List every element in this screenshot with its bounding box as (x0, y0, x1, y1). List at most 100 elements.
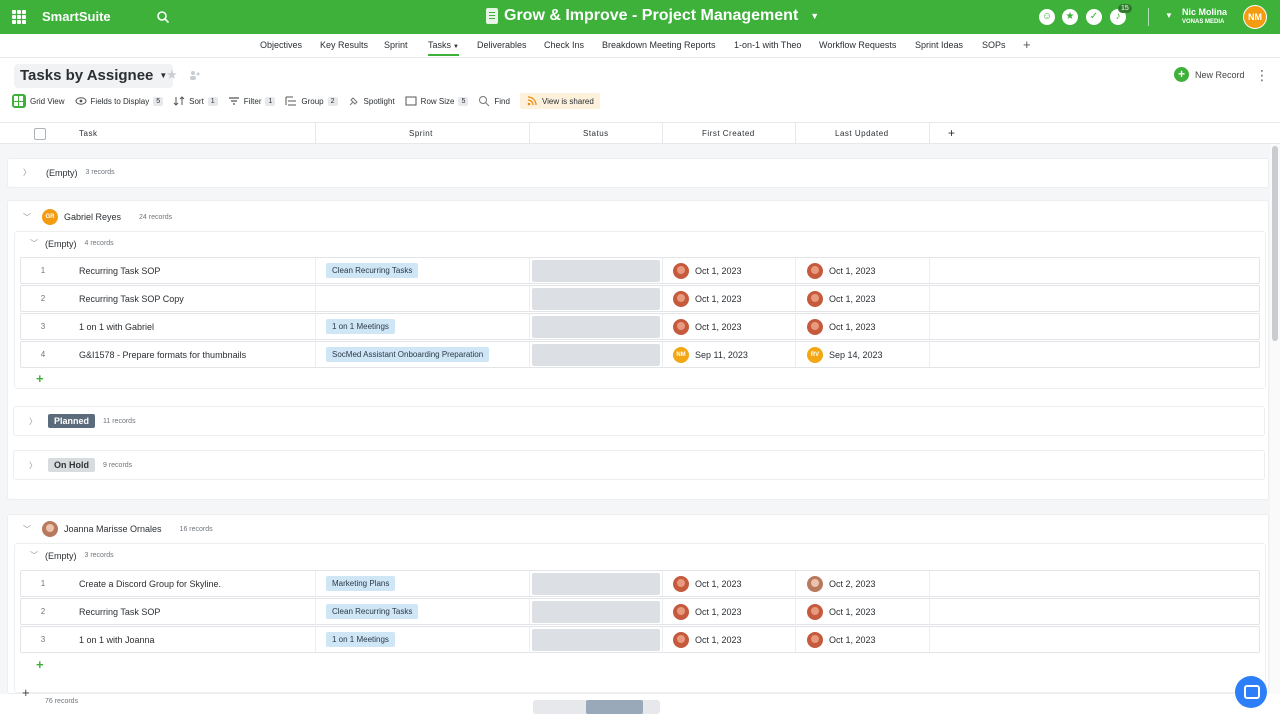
task-cell[interactable]: Recurring Task SOP (65, 258, 316, 283)
sprint-cell[interactable]: Clean Recurring Tasks (316, 258, 530, 283)
chevron-down-icon[interactable]: ﹀ (29, 550, 39, 561)
sort-button[interactable]: Sort 1 (173, 95, 218, 107)
tab-check-ins[interactable]: Check Ins (544, 40, 584, 50)
chevron-down-icon[interactable]: ﹀ (22, 524, 32, 535)
smiley-icon[interactable]: ☺ (1039, 9, 1055, 25)
status-cell[interactable] (530, 342, 663, 367)
search-icon[interactable] (156, 10, 170, 24)
column-divider[interactable] (929, 123, 930, 145)
sprint-cell[interactable]: 1 on 1 Meetings (316, 627, 530, 652)
group-empty-assignee[interactable]: 〉 (Empty) 3 records (7, 158, 1269, 188)
group-header[interactable]: ﹀ Joanna Marisse Ornales 16 records (22, 521, 213, 537)
chevron-right-icon[interactable]: 〉 (28, 416, 38, 427)
view-selector[interactable]: Tasks by Assignee ▼ (14, 64, 174, 88)
filter-button[interactable]: Filter 1 (228, 95, 276, 107)
task-cell[interactable]: 1 on 1 with Joanna (65, 627, 316, 652)
add-column-button[interactable]: + (948, 126, 956, 140)
subgroup-header[interactable]: ﹀ (Empty) 4 records (29, 238, 114, 249)
status-cell[interactable] (530, 599, 663, 624)
share-view-icon[interactable] (189, 70, 201, 80)
subgroup-header[interactable]: 〉 On Hold 9 records (28, 458, 132, 472)
sprint-cell[interactable]: Clean Recurring Tasks (316, 599, 530, 624)
table-row[interactable]: 2 Recurring Task SOP Clean Recurring Tas… (20, 598, 1260, 625)
add-row-button[interactable]: + (36, 371, 44, 386)
status-cell[interactable] (530, 258, 663, 283)
table-row[interactable]: 4 G&I1578 - Prepare formats for thumbnai… (20, 341, 1260, 368)
tab-key-results[interactable]: Key Results (320, 40, 368, 50)
new-record-button[interactable]: + New Record (1174, 67, 1245, 82)
tab-sprint-ideas[interactable]: Sprint Ideas (915, 40, 963, 50)
solution-title[interactable]: Grow & Improve - Project Management ▼ (486, 7, 819, 25)
chevron-down-icon[interactable]: ﹀ (22, 212, 32, 223)
select-all-checkbox[interactable] (34, 128, 46, 140)
add-record-button[interactable]: + (22, 685, 30, 700)
chat-support-icon[interactable] (1235, 676, 1267, 708)
tab-1on1-theo[interactable]: 1-on-1 with Theo (734, 40, 801, 50)
star-icon[interactable]: ★ (1062, 9, 1078, 25)
scroll-thumb[interactable] (586, 700, 643, 714)
sprint-cell[interactable]: Marketing Plans (316, 571, 530, 596)
scroll-thumb[interactable] (1272, 146, 1278, 341)
column-task[interactable]: Task (79, 129, 97, 138)
tab-tasks[interactable]: Tasks ▼ (428, 40, 459, 56)
subgroup-header[interactable]: 〉 Planned 11 records (28, 414, 136, 428)
tab-workflow-requests[interactable]: Workflow Requests (819, 40, 896, 50)
sprint-cell[interactable]: SocMed Assistant Onboarding Preparation (316, 342, 530, 367)
subgroup-on-hold[interactable]: 〉 On Hold 9 records (13, 450, 1265, 480)
column-divider[interactable] (795, 123, 796, 145)
tab-objectives[interactable]: Objectives (260, 40, 302, 50)
table-row[interactable]: 1 Recurring Task SOP Clean Recurring Tas… (20, 257, 1260, 284)
column-divider[interactable] (315, 123, 316, 145)
horizontal-scrollbar[interactable] (533, 700, 660, 714)
task-cell[interactable]: Create a Discord Group for Skyline. (65, 571, 316, 596)
task-cell[interactable]: 1 on 1 with Gabriel (65, 314, 316, 339)
row-size-button[interactable]: Row Size 5 (405, 95, 469, 107)
fields-to-display-button[interactable]: Fields to Display 5 (75, 95, 164, 107)
subgroup-planned[interactable]: 〉 Planned 11 records (13, 406, 1265, 436)
group-button[interactable]: Group 2 (285, 95, 338, 107)
sprint-cell[interactable]: 1 on 1 Meetings (316, 314, 530, 339)
chevron-down-icon[interactable]: ▼ (1165, 11, 1173, 20)
group-header[interactable]: 〉 (Empty) 3 records (22, 167, 115, 178)
task-cell[interactable]: Recurring Task SOP Copy (65, 286, 316, 311)
table-row[interactable]: 1 Create a Discord Group for Skyline. Ma… (20, 570, 1260, 597)
status-cell[interactable] (530, 314, 663, 339)
add-table-button[interactable]: + (1023, 37, 1031, 52)
column-divider[interactable] (529, 123, 530, 145)
chevron-down-icon[interactable]: ﹀ (29, 238, 39, 249)
column-status[interactable]: Status (583, 129, 609, 138)
subgroup-header[interactable]: ﹀ (Empty) 3 records (29, 550, 114, 561)
spotlight-button[interactable]: Spotlight (348, 95, 395, 107)
user-name[interactable]: Nic Molina (1182, 7, 1227, 17)
brand-name[interactable]: SmartSuite (42, 9, 111, 24)
column-divider[interactable] (662, 123, 663, 145)
vertical-scrollbar[interactable] (1270, 144, 1280, 694)
group-header[interactable]: ﹀ GR Gabriel Reyes 24 records (22, 209, 172, 225)
task-cell[interactable]: G&I1578 - Prepare formats for thumbnails (65, 342, 316, 367)
tab-breakdown-meeting-reports[interactable]: Breakdown Meeting Reports (602, 40, 716, 50)
more-options-icon[interactable]: ⋮ (1255, 67, 1270, 84)
tab-sprint[interactable]: Sprint (384, 40, 408, 50)
tab-sops[interactable]: SOPs (982, 40, 1006, 50)
status-cell[interactable] (530, 571, 663, 596)
column-last-updated[interactable]: Last Updated (835, 129, 889, 138)
chevron-right-icon[interactable]: 〉 (22, 167, 32, 178)
view-shared-badge[interactable]: View is shared (519, 93, 600, 109)
grid-view-button[interactable]: Grid View (12, 94, 65, 108)
status-cell[interactable] (530, 627, 663, 652)
find-button[interactable]: Find (478, 95, 510, 107)
status-cell[interactable] (530, 286, 663, 311)
column-first-created[interactable]: First Created (702, 129, 755, 138)
user-avatar[interactable]: NM (1243, 5, 1267, 29)
chevron-right-icon[interactable]: 〉 (28, 460, 38, 471)
apps-grid-icon[interactable] (12, 10, 26, 24)
favorite-star-icon[interactable]: ★ (166, 67, 178, 83)
task-cell[interactable]: Recurring Task SOP (65, 599, 316, 624)
add-row-button[interactable]: + (36, 657, 44, 672)
sprint-cell[interactable] (316, 286, 530, 311)
tab-deliverables[interactable]: Deliverables (477, 40, 527, 50)
check-icon[interactable]: ✓ (1086, 9, 1102, 25)
table-row[interactable]: 3 1 on 1 with Joanna 1 on 1 Meetings Oct… (20, 626, 1260, 653)
table-row[interactable]: 2 Recurring Task SOP Copy Oct 1, 2023 Oc… (20, 285, 1260, 312)
table-row[interactable]: 3 1 on 1 with Gabriel 1 on 1 Meetings Oc… (20, 313, 1260, 340)
